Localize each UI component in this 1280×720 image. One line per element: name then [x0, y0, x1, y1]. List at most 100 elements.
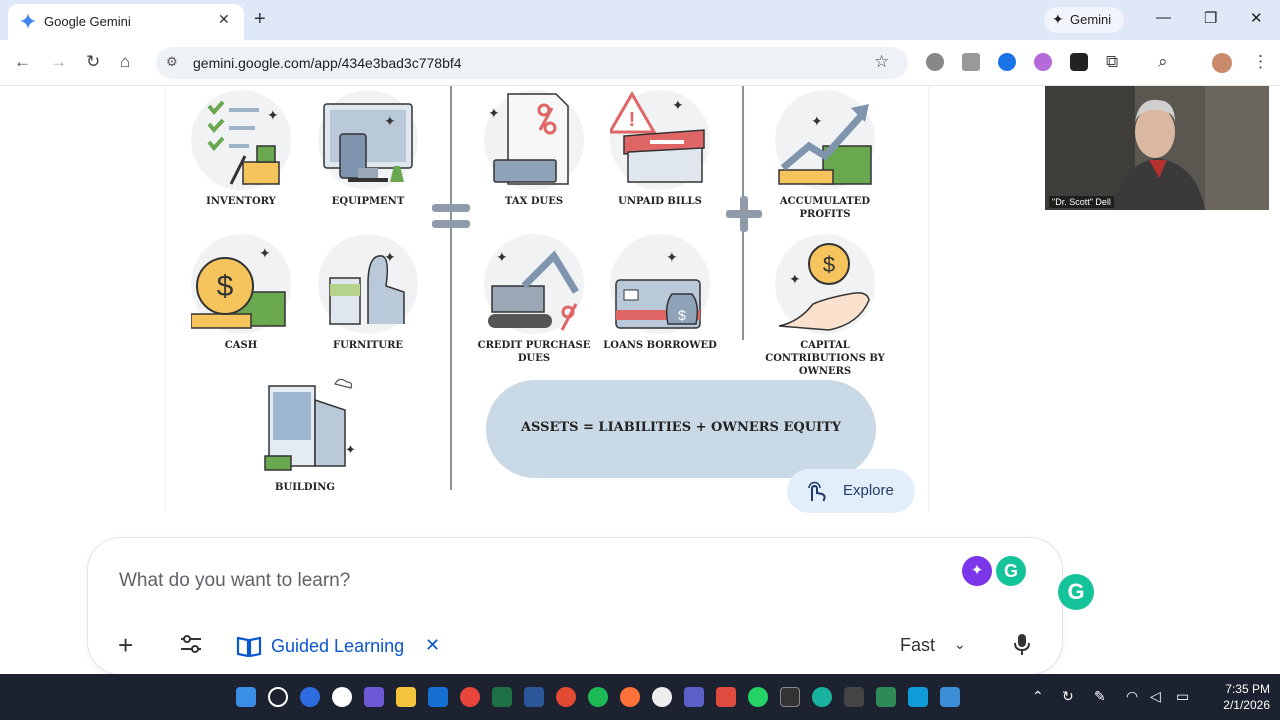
asset-label: CASH [224, 340, 258, 351]
back-button[interactable]: ← [14, 52, 31, 72]
clock-time: 7:35 PM [1225, 682, 1270, 696]
asset-label: EQUIPMENT [331, 196, 405, 207]
liability-tax-dues: ✦ TAX DUES [469, 90, 599, 208]
zoom-app-icon[interactable] [300, 687, 320, 707]
forward-button[interactable]: → [50, 52, 67, 72]
chat-app-icon[interactable] [652, 687, 672, 707]
svg-text:✦: ✦ [259, 245, 271, 261]
gemini-button[interactable]: ✦ Gemini [1044, 7, 1124, 33]
app-icon-blue[interactable] [908, 687, 928, 707]
extension-icon-1[interactable] [926, 53, 944, 71]
outlook-app-icon[interactable] [428, 687, 448, 707]
liability-loans-borrowed: $ ✦ LOANS BORROWED [595, 234, 725, 352]
chatgpt-app-icon[interactable] [332, 687, 352, 707]
close-window-button[interactable]: ✕ [1250, 9, 1263, 27]
chevron-down-icon[interactable]: ⌄ [954, 636, 966, 653]
add-attachment-button[interactable]: + [118, 630, 133, 661]
extension-icon-5[interactable] [1070, 53, 1088, 71]
svg-text:✦: ✦ [672, 97, 684, 113]
equity-label: CAPITAL CONTRIBUTIONS BY OWNERS [765, 340, 885, 377]
accounting-equation: ASSETS = LIABILITIES + OWNERS EQUITY [486, 380, 876, 478]
app-icon-w[interactable] [844, 687, 864, 707]
wifi-icon[interactable]: ◠ [1126, 688, 1138, 705]
app-icon-s[interactable] [716, 687, 736, 707]
url-text: gemini.google.com/app/434e3bad3c778bf4 [193, 55, 462, 71]
equals-divider-line [450, 86, 452, 490]
tab-search-icon[interactable]: ⌕ [1158, 52, 1168, 72]
reload-button[interactable]: ↻ [86, 52, 100, 72]
home-button[interactable]: ⌂ [120, 52, 130, 72]
site-info-icon[interactable]: ⚙ [166, 54, 178, 70]
equity-label: ACCUMULATED PROFITS [779, 196, 871, 220]
app-icon-photos[interactable] [940, 687, 960, 707]
chevron-up-icon[interactable]: ⌃ [1032, 688, 1044, 705]
asset-inventory: ✦ INVENTORY [176, 90, 306, 208]
whatsapp-app-icon[interactable] [748, 687, 768, 707]
liability-credit-purchase-dues: ✦ CREDIT PURCHASE DUES [469, 234, 599, 365]
copilot-app-icon[interactable] [364, 687, 384, 707]
svg-text:✦: ✦ [789, 271, 801, 287]
battery-icon[interactable]: ▭ [1176, 688, 1189, 705]
teams-app-icon[interactable] [684, 687, 704, 707]
restore-button[interactable]: ❐ [1204, 9, 1217, 27]
prompt-box[interactable]: What do you want to learn? ✦ G + Guided … [88, 538, 1062, 674]
language-icon[interactable]: ✎ [1094, 688, 1106, 705]
liability-label: LOANS BORROWED [603, 340, 717, 351]
menu-kebab-icon[interactable]: ⋮ [1252, 52, 1269, 72]
bookmark-star-icon[interactable]: ☆ [874, 52, 889, 72]
gemini-button-label: Gemini [1070, 12, 1112, 27]
grammarly-icon[interactable]: G [996, 556, 1026, 586]
firefox-app-icon[interactable] [620, 687, 640, 707]
terminal-app-icon[interactable] [780, 687, 800, 707]
browser-tab[interactable]: Google Gemini ✕ [8, 4, 244, 40]
prompt-input[interactable]: What do you want to learn? [119, 570, 350, 592]
app-icon-red[interactable] [556, 687, 576, 707]
search-icon[interactable] [268, 687, 288, 707]
explore-button[interactable]: Explore [787, 469, 915, 513]
app-icon-green[interactable] [876, 687, 896, 707]
svg-text:✦: ✦ [666, 249, 678, 265]
system-clock[interactable]: 7:35 PM 2/1/2026 [1200, 681, 1270, 713]
extensions-puzzle-icon[interactable]: ⧉ [1106, 52, 1118, 72]
liability-unpaid-bills: ! ✦ UNPAID BILLS [595, 90, 725, 208]
asset-cash: $ ✦ CASH [176, 234, 306, 352]
remove-guided-learning-icon[interactable]: ✕ [425, 635, 440, 656]
extension-icon-4[interactable] [1034, 53, 1052, 71]
webcam-person-image [1045, 86, 1269, 210]
excavator-illustration-icon: ✦ [484, 234, 584, 334]
word-app-icon[interactable] [524, 687, 544, 707]
svg-text:$: $ [217, 270, 234, 303]
tax-dues-illustration-icon: ✦ [484, 90, 584, 190]
profile-avatar[interactable] [1212, 53, 1232, 73]
extension-icon-2[interactable] [962, 53, 980, 71]
sync-icon[interactable]: ↻ [1062, 688, 1074, 705]
webcam-overlay: "Dr. Scott" Dell [1045, 86, 1269, 210]
close-tab-icon[interactable]: ✕ [218, 11, 230, 28]
excel-app-icon[interactable] [492, 687, 512, 707]
app-icon-teal[interactable] [812, 687, 832, 707]
start-windows-icon[interactable] [236, 687, 256, 707]
minimize-button[interactable]: — [1156, 9, 1171, 26]
address-bar[interactable]: ⚙ gemini.google.com/app/434e3bad3c778bf4… [156, 47, 908, 79]
volume-icon[interactable]: ◁ [1150, 688, 1161, 705]
liability-label: TAX DUES [504, 196, 564, 207]
grammarly-floating-icon[interactable]: G [1058, 574, 1094, 610]
extension-icon-3[interactable] [998, 53, 1016, 71]
capital-hand-illustration-icon: $ ✦ [775, 234, 875, 334]
equals-sign [432, 204, 470, 236]
svg-text:$: $ [678, 307, 686, 323]
ai-sparkle-icon[interactable]: ✦ [962, 556, 992, 586]
microphone-icon[interactable] [1013, 632, 1031, 661]
asset-label: BUILDING [275, 482, 335, 493]
new-tab-button[interactable]: + [254, 8, 266, 31]
page-content: ✦ INVENTORY ✦ EQUIPMENT $ ✦ CASH ✦ FURNI… [0, 86, 1280, 674]
tools-button[interactable] [180, 634, 202, 659]
touch-icon [805, 479, 827, 508]
spotify-app-icon[interactable] [588, 687, 608, 707]
liability-label: CREDIT PURCHASE DUES [477, 340, 591, 364]
windows-taskbar: ⌃ ↻ ✎ ◠ ◁ ▭ 7:35 PM 2/1/2026 [0, 674, 1280, 720]
file-explorer-icon[interactable] [396, 687, 416, 707]
chrome-app-icon[interactable] [460, 687, 480, 707]
model-mode-selector[interactable]: Fast [900, 635, 935, 656]
title-bar: Google Gemini ✕ + ✦ Gemini — ❐ ✕ [0, 0, 1280, 40]
